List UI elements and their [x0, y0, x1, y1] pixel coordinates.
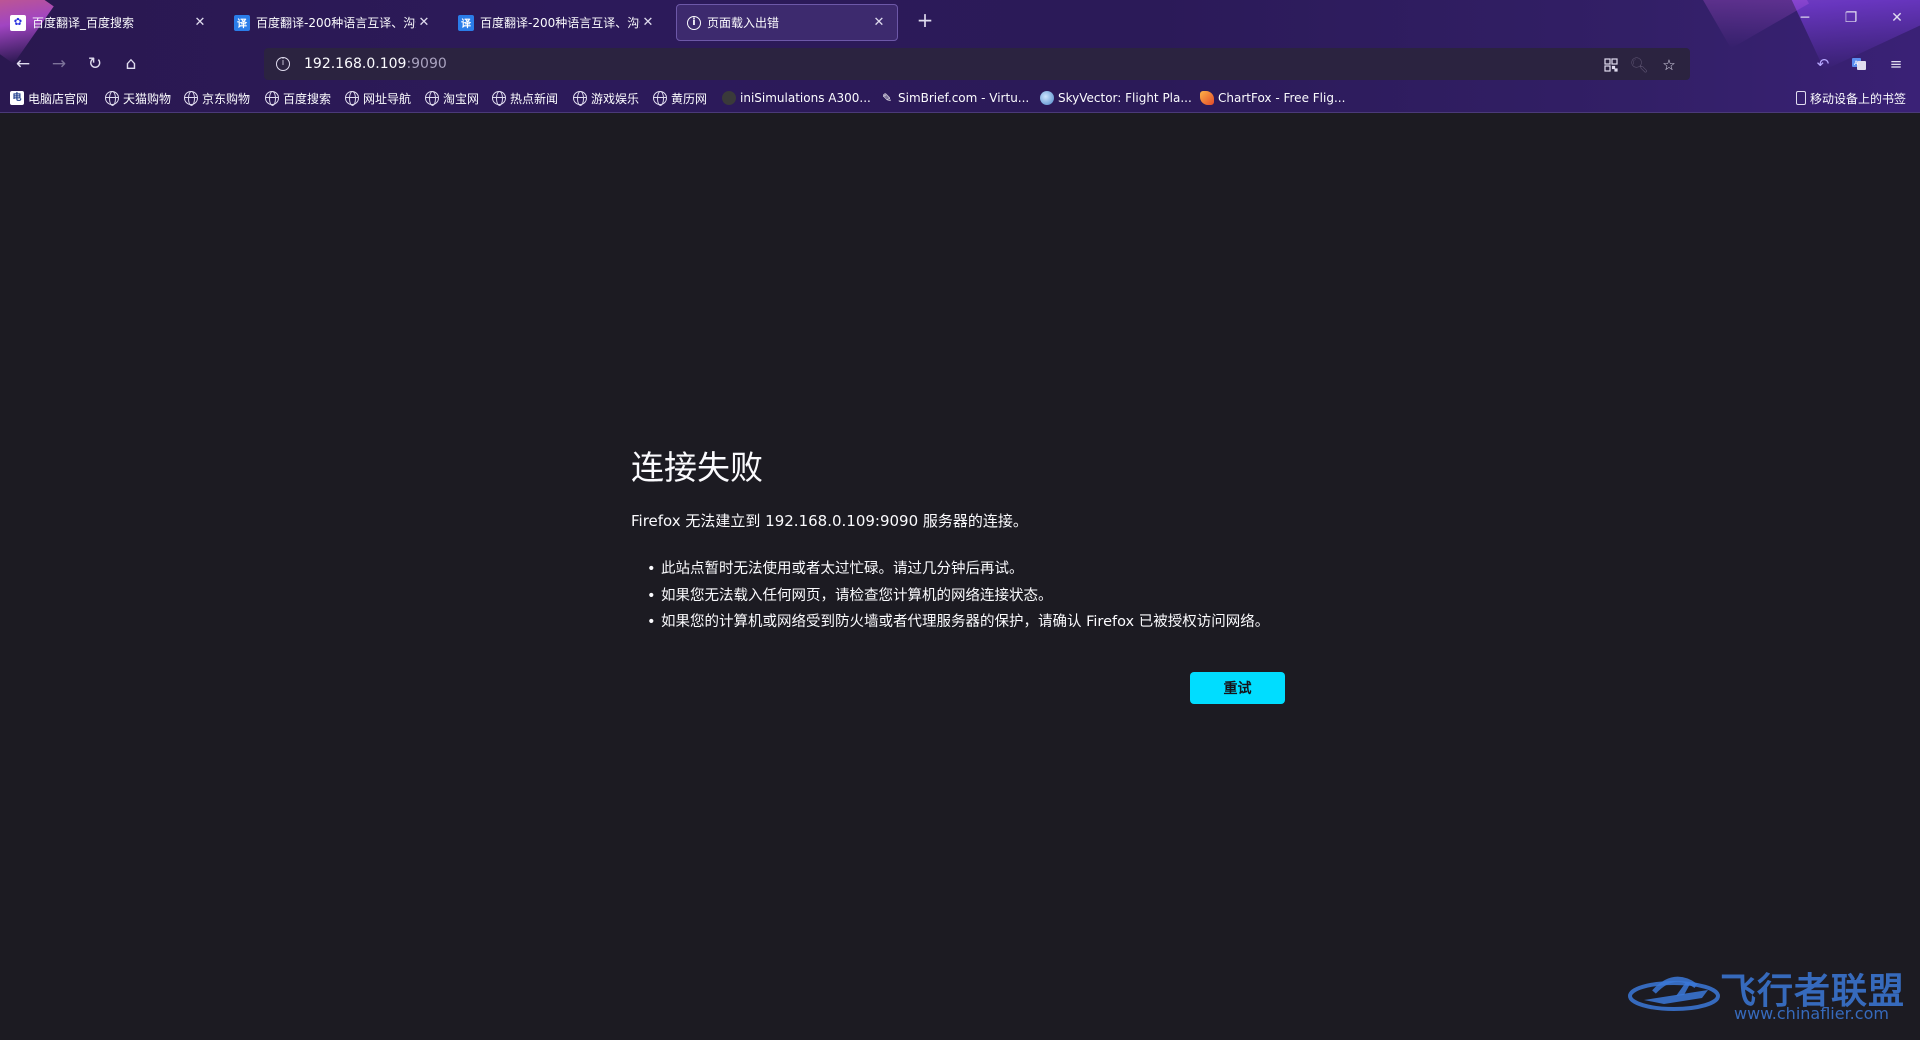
simbrief-icon: ✎: [881, 91, 893, 105]
bookmarks-toolbar: 电电脑店官网 天猫购物 京东购物 百度搜索 网址导航 淘宝网 热点新闻 游戏娱乐…: [0, 86, 1920, 110]
window-restore-button[interactable]: ❐: [1828, 10, 1874, 26]
tab-title: 百度翻译-200种语言互译、沟通: [480, 16, 640, 30]
page-search-icon[interactable]: 🔍︎: [1629, 56, 1648, 74]
error-description: Firefox 无法建立到 192.168.0.109:9090 服务器的连接。: [631, 512, 1028, 530]
baidu-paw-icon: ✿: [10, 14, 26, 31]
tab-strip: ✿ 百度翻译_百度搜索 ✕ 译 百度翻译-200种语言互译、沟通 ✕ 译 百度翻…: [0, 0, 1920, 44]
back-button[interactable]: ←: [11, 52, 35, 76]
bookmark-item[interactable]: 百度搜索: [265, 88, 331, 108]
bookmark-label: 电脑店官网: [28, 91, 89, 106]
tab-close-icon[interactable]: ✕: [640, 15, 656, 30]
skyvector-icon: [1040, 91, 1054, 105]
bookmark-label: 百度搜索: [283, 91, 332, 106]
bookmark-label: iniSimulations A300...: [740, 91, 871, 105]
translate-icon[interactable]: A: [1849, 54, 1869, 74]
chrome-divider: [0, 112, 1920, 113]
bookmark-label: SimBrief.com - Virtu...: [898, 91, 1030, 105]
list-item: 如果您的计算机或网络受到防火墙或者代理服务器的保护，请确认 Firefox 已被…: [647, 609, 1291, 636]
retry-button[interactable]: 重试: [1190, 672, 1285, 704]
tab-baidu-translate-1[interactable]: 译 百度翻译-200种语言互译、沟通 ✕: [224, 4, 442, 41]
globe-icon: [184, 91, 198, 106]
chartfox-icon: [1200, 91, 1214, 105]
bookmark-label: 京东购物: [202, 91, 251, 106]
tab-title: 页面载入出错: [707, 16, 780, 30]
mobile-bookmarks-folder[interactable]: 移动设备上的书签: [1796, 88, 1906, 108]
navigation-toolbar: ← → ↻ ⌂ i 192.168.0.109:9090 🔍︎ ☆ ↶ A ≡: [0, 44, 1920, 84]
bookmark-item[interactable]: 电电脑店官网: [10, 88, 88, 108]
tab-close-icon[interactable]: ✕: [416, 15, 432, 30]
bookmark-item[interactable]: 天猫购物: [105, 88, 171, 108]
tab-page-load-error[interactable]: i 页面载入出错 ✕: [676, 4, 898, 41]
bookmark-label: 移动设备上的书签: [1810, 91, 1907, 106]
browser-chrome: ✿ 百度翻译_百度搜索 ✕ 译 百度翻译-200种语言互译、沟通 ✕ 译 百度翻…: [0, 0, 1920, 113]
baidu-translate-icon: 译: [458, 14, 474, 31]
watermark-url: www.chinaflier.com: [1734, 1004, 1889, 1023]
bookmark-label: 网址导航: [363, 91, 412, 106]
bookmark-item[interactable]: 网址导航: [345, 88, 411, 108]
globe-icon: [492, 91, 506, 106]
ini-icon: [722, 91, 736, 105]
watermark: 飞行者联盟 www.chinaflier.com: [1616, 960, 1916, 1030]
tab-baidu-translate-2[interactable]: 译 百度翻译-200种语言互译、沟通 ✕: [448, 4, 666, 41]
bookmark-item[interactable]: iniSimulations A300...: [722, 88, 871, 108]
error-suggestions-list: 此站点暂时无法使用或者太过忙碌。请过几分钟后再试。 如果您无法载入任何网页，请检…: [631, 556, 1291, 636]
qr-code-icon[interactable]: [1602, 56, 1620, 74]
tab-close-icon[interactable]: ✕: [192, 15, 208, 30]
site-info-icon[interactable]: i: [276, 57, 290, 71]
new-tab-button[interactable]: +: [912, 8, 938, 32]
bookmark-item[interactable]: 热点新闻: [492, 88, 558, 108]
url-host: 192.168.0.109: [304, 56, 407, 72]
globe-icon: [105, 91, 119, 106]
error-title: 连接失败: [631, 448, 763, 487]
bookmark-item[interactable]: ✎ SimBrief.com - Virtu...: [880, 88, 1029, 108]
bookmark-label: SkyVector: Flight Pla...: [1058, 91, 1192, 105]
baidu-translate-icon: 译: [234, 14, 250, 31]
forward-button[interactable]: →: [47, 52, 71, 76]
bookmark-star-icon[interactable]: ☆: [1660, 56, 1678, 74]
url-text[interactable]: 192.168.0.109:9090: [304, 56, 447, 72]
tab-title: 百度翻译_百度搜索: [32, 16, 135, 30]
globe-icon: [265, 91, 279, 106]
bookmark-item[interactable]: 黄历网: [653, 88, 707, 108]
undo-close-icon[interactable]: ↶: [1813, 54, 1833, 74]
bookmark-item[interactable]: 游戏娱乐: [573, 88, 639, 108]
bookmark-item[interactable]: 淘宝网: [425, 88, 479, 108]
globe-icon: [653, 91, 667, 106]
tab-baidu-search[interactable]: ✿ 百度翻译_百度搜索 ✕: [0, 4, 218, 41]
error-card: 连接失败 Firefox 无法建立到 192.168.0.109:9090 服务…: [631, 442, 1291, 636]
url-bar[interactable]: i 192.168.0.109:9090 🔍︎ ☆: [264, 48, 1690, 80]
bookmark-label: ChartFox - Free Flig...: [1218, 91, 1346, 105]
info-icon: i: [687, 15, 701, 30]
globe-icon: [425, 91, 439, 106]
bookmark-item[interactable]: SkyVector: Flight Pla...: [1040, 88, 1192, 108]
menu-icon[interactable]: ≡: [1886, 54, 1906, 74]
bookmark-label: 游戏娱乐: [591, 91, 640, 106]
window-minimize-button[interactable]: ─: [1782, 10, 1828, 26]
bookmark-item[interactable]: ChartFox - Free Flig...: [1200, 88, 1345, 108]
mobile-icon: [1796, 91, 1806, 105]
list-item: 此站点暂时无法使用或者太过忙碌。请过几分钟后再试。: [647, 556, 1291, 583]
bookmark-label: 天猫购物: [123, 91, 172, 106]
home-button[interactable]: ⌂: [119, 52, 143, 76]
globe-icon: [573, 91, 587, 106]
bookmark-label: 淘宝网: [443, 91, 480, 106]
tab-close-icon[interactable]: ✕: [871, 15, 887, 30]
list-item: 如果您无法载入任何网页，请检查您计算机的网络连接状态。: [647, 583, 1291, 610]
square-logo-icon: 电: [10, 91, 24, 105]
bookmark-label: 黄历网: [671, 91, 708, 106]
reload-button[interactable]: ↻: [83, 52, 107, 76]
bookmark-label: 热点新闻: [510, 91, 559, 106]
chinaflier-logo-icon: [1628, 976, 1720, 1011]
window-close-button[interactable]: ✕: [1874, 10, 1920, 26]
url-port: :9090: [406, 56, 447, 72]
tab-title: 百度翻译-200种语言互译、沟通: [256, 16, 416, 30]
bookmark-item[interactable]: 京东购物: [184, 88, 250, 108]
globe-icon: [345, 91, 359, 106]
